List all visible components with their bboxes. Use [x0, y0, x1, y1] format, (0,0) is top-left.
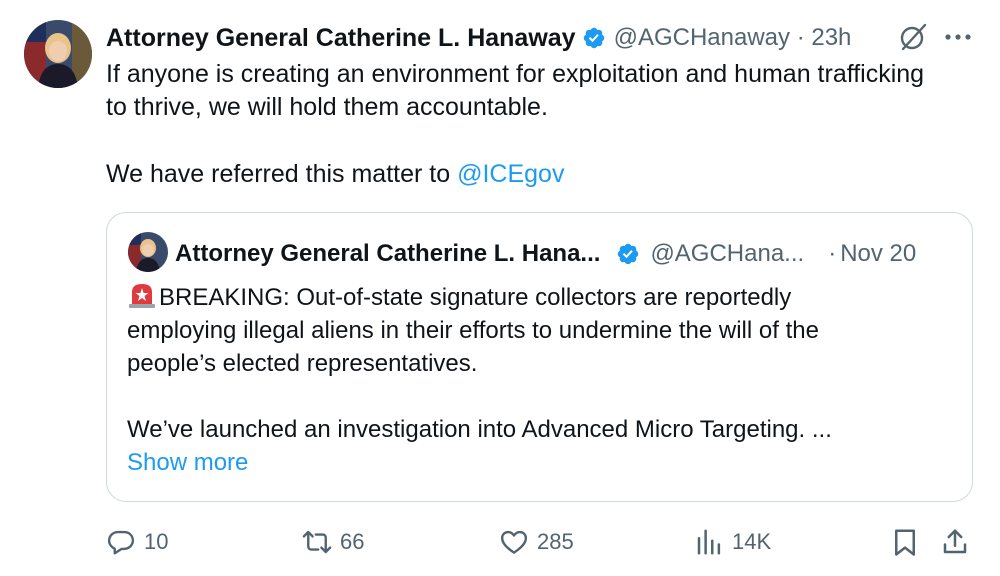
- show-more-link[interactable]: Show more: [127, 449, 248, 476]
- repost-icon: [302, 530, 332, 554]
- siren-emoji: [129, 284, 155, 308]
- reply-icon: [107, 530, 135, 555]
- tweet-actions: 10 66 285 14K: [106, 522, 976, 562]
- tweet-header: Attorney General Catherine L. Hanaway @A…: [106, 22, 851, 54]
- quoted-tweet-text: BREAKING: Out-of-state signature collect…: [127, 281, 947, 479]
- bookmark-button[interactable]: [890, 522, 928, 562]
- quoted-text-line: We’ve launched an investigation into Adv…: [127, 416, 832, 443]
- author-handle-time[interactable]: @AGCHanaway · 23h: [614, 24, 852, 52]
- author-name[interactable]: Attorney General Catherine L. Hanaway: [106, 24, 576, 53]
- views-icon: [697, 529, 721, 555]
- repost-count: 66: [340, 529, 365, 554]
- tweet-text-line: to thrive, we will hold them accountable…: [106, 93, 548, 121]
- verified-badge-icon: [618, 243, 639, 265]
- quoted-tweet-header: Attorney General Catherine L. Hana... @A…: [175, 238, 950, 270]
- bookmark-icon: [895, 529, 915, 556]
- view-count: 14K: [732, 529, 772, 554]
- reply-count: 10: [144, 529, 169, 554]
- quoted-text-line: employing illegal aliens in their effort…: [127, 317, 819, 344]
- tweet-text-prefix: We have referred this matter to: [106, 160, 458, 188]
- quoted-author-avatar[interactable]: [128, 232, 168, 272]
- more-icon[interactable]: [942, 22, 974, 52]
- quoted-author-name[interactable]: Attorney General Catherine L. Hana...: [175, 240, 600, 268]
- views-button[interactable]: 14K: [694, 522, 771, 562]
- repost-button[interactable]: 66: [302, 522, 364, 562]
- share-icon: [943, 529, 967, 554]
- separator-dot: ·: [828, 240, 837, 267]
- verified-badge-icon: [583, 27, 604, 49]
- quoted-date[interactable]: Nov 20: [840, 240, 916, 268]
- like-count: 285: [537, 529, 574, 554]
- tweet-text: If anyone is creating an environment for…: [106, 58, 986, 191]
- mention-link[interactable]: @ICEgov: [457, 160, 564, 188]
- quoted-text-line: people’s elected representatives.: [127, 350, 478, 377]
- quoted-tweet[interactable]: Attorney General Catherine L. Hana... @A…: [106, 212, 973, 502]
- quoted-text-breaking: BREAKING: Out-of-state signature collect…: [159, 284, 792, 311]
- tweet-text-line: We have referred this matter to @ICEgov: [106, 158, 986, 191]
- grok-icon[interactable]: [898, 22, 928, 52]
- quoted-author-handle[interactable]: @AGCHana...: [650, 240, 804, 268]
- quoted-text-line: BREAKING: Out-of-state signature collect…: [127, 281, 947, 314]
- like-button[interactable]: 285: [499, 522, 574, 562]
- tweet-text-line: If anyone is creating an environment for…: [106, 60, 925, 88]
- like-icon: [500, 530, 528, 554]
- author-avatar[interactable]: [24, 20, 92, 88]
- reply-button[interactable]: 10: [106, 522, 168, 562]
- share-button[interactable]: [940, 522, 978, 562]
